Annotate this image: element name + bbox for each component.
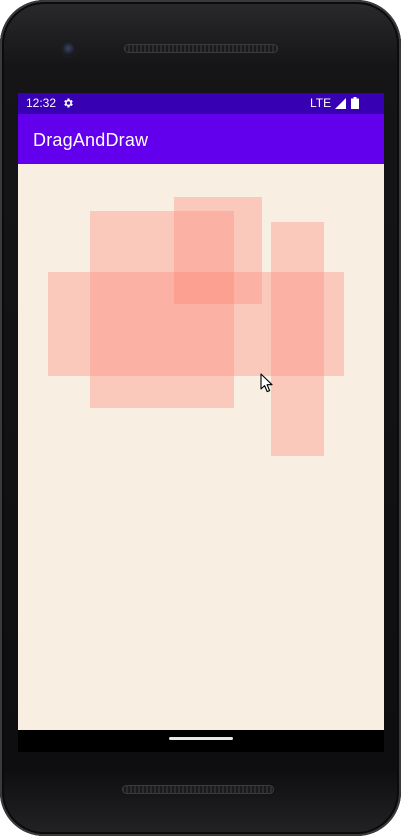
navigation-bar (18, 730, 384, 752)
app-bar: DragAndDraw (18, 114, 384, 164)
status-bar: 12:32 LTE (18, 93, 384, 114)
battery-icon (351, 97, 359, 109)
phone-frame: 12:32 LTE DragAndDraw (0, 0, 401, 836)
front-camera (62, 42, 76, 56)
device-screen: 12:32 LTE DragAndDraw (18, 93, 384, 730)
network-type-label: LTE (310, 96, 332, 110)
app-title: DragAndDraw (33, 130, 149, 150)
drawn-box (48, 272, 344, 376)
signal-icon (335, 98, 346, 109)
status-time: 12:32 (26, 96, 57, 110)
drawing-canvas[interactable] (18, 164, 384, 730)
bottom-speaker (122, 785, 274, 794)
home-gesture-handle[interactable] (169, 737, 233, 740)
cursor-icon (260, 373, 273, 393)
gear-icon (64, 98, 73, 108)
top-speaker (124, 44, 278, 53)
